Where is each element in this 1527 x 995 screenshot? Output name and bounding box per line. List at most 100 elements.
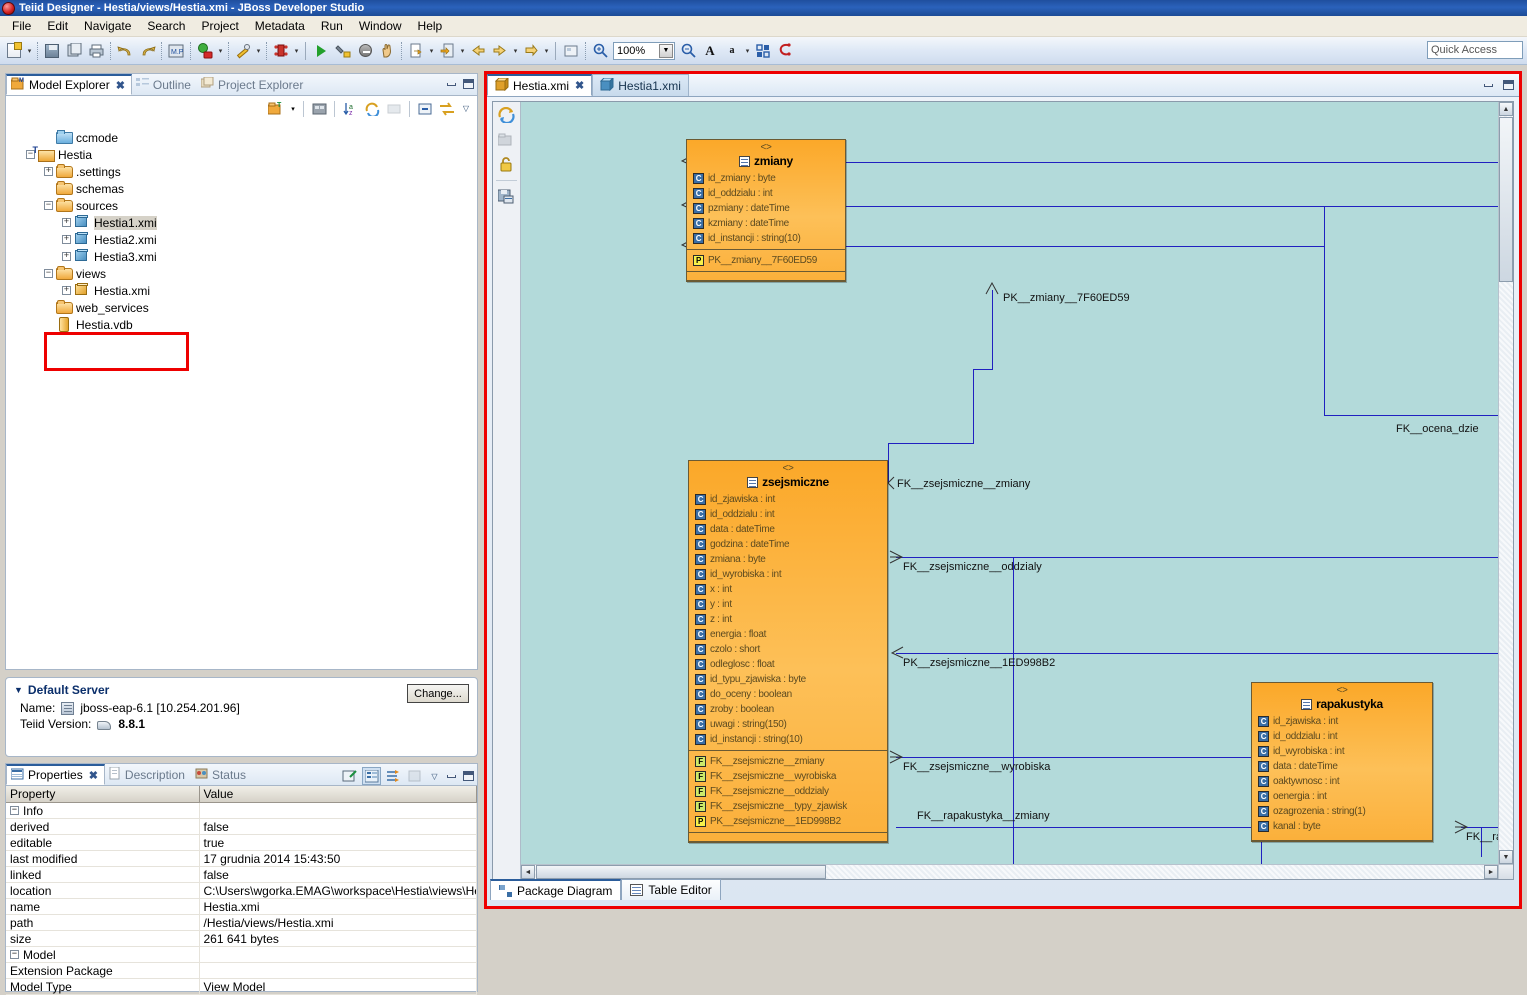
column-header-value[interactable]: Value	[199, 786, 477, 803]
close-icon[interactable]: ✖	[116, 79, 125, 92]
table-column-row[interactable]: Cgodzina : dateTime	[689, 537, 887, 552]
font-larger-icon[interactable]: A	[699, 40, 721, 62]
table-column-row[interactable]: Cid_zjawiska : int	[689, 492, 887, 507]
minimize-icon[interactable]	[444, 769, 458, 783]
close-icon[interactable]: ✖	[89, 769, 98, 782]
table-column-row[interactable]: Czmiana : byte	[689, 552, 887, 567]
pan-icon[interactable]	[376, 40, 398, 62]
diagram-canvas[interactable]: PK__zmiany__7F60ED59 PK__zmiany__7F60ED5…	[521, 102, 1498, 864]
minimize-icon[interactable]	[1481, 78, 1495, 92]
save-diagram-icon[interactable]	[493, 184, 519, 209]
validate-icon[interactable]	[232, 40, 254, 62]
tree-item-sources[interactable]: − sources	[6, 197, 477, 214]
menu-search[interactable]: Search	[139, 17, 193, 35]
table-key-row[interactable]: F FK__zsejsmiczne__zmiany	[689, 754, 887, 769]
table-key-row[interactable]: P PK__zsejsmiczne__1ED998B2	[689, 814, 887, 829]
new-wizard-icon[interactable]	[3, 40, 25, 62]
property-value[interactable]: /Hestia/views/Hestia.xmi	[199, 914, 477, 931]
align-icon[interactable]	[752, 40, 774, 62]
scroll-right-button[interactable]: ►	[1484, 865, 1498, 879]
lock-icon[interactable]	[493, 152, 519, 177]
new-model-dropdown-arrow-icon[interactable]: ▾	[288, 99, 298, 119]
table-column-row[interactable]: Ckzmiany : dateTime	[687, 216, 845, 231]
diagram-table-zsejsmiczne[interactable]: <> zsejsmiczne Cid_zjawiska : int Cid_oddzi…	[688, 460, 888, 843]
new-model-icon[interactable]: T	[266, 99, 286, 119]
sort-az-icon[interactable]: az	[340, 99, 360, 119]
menu-window[interactable]: Window	[351, 17, 410, 35]
scroll-left-button[interactable]: ◄	[521, 865, 535, 879]
model-explorer-tree[interactable]: ccmode − Hestia + .settings schemas − sources + H…	[6, 123, 477, 669]
diagram-table-zmiany[interactable]: <> zmiany Cid_zmiany : byte Cid_oddzialu : …	[686, 139, 846, 282]
menu-metadata[interactable]: Metadata	[247, 17, 313, 35]
refresh-diagram-icon[interactable]	[493, 102, 519, 127]
save-icon[interactable]	[41, 40, 63, 62]
show-package-icon[interactable]	[493, 127, 519, 152]
table-column-row[interactable]: Codleglosc : float	[689, 657, 887, 672]
print-icon[interactable]	[85, 40, 107, 62]
table-key-row[interactable]: F FK__zsejsmiczne__oddzialy	[689, 784, 887, 799]
new-wizard-dropdown-arrow-icon[interactable]: ▾	[25, 40, 34, 62]
menu-project[interactable]: Project	[193, 17, 246, 35]
scroll-up-button[interactable]: ▲	[1499, 102, 1513, 116]
table-column-row[interactable]: Cdata : dateTime	[689, 522, 887, 537]
table-column-row[interactable]: Cozagrozenia : string(1)	[1252, 804, 1432, 819]
tree-item-hestia3-xmi[interactable]: + Hestia3.xmi	[6, 248, 477, 265]
bottom-tab-table-editor[interactable]: Table Editor	[621, 879, 721, 900]
property-row[interactable]: name Hestia.xmi	[6, 898, 477, 915]
table-column-row[interactable]: Ckanal : byte	[1252, 819, 1432, 834]
zoom-in-icon[interactable]	[589, 40, 611, 62]
tab-properties[interactable]: Properties ✖	[6, 764, 105, 785]
menu-file[interactable]: File	[4, 17, 39, 35]
property-row[interactable]: Model Type View Model	[6, 978, 477, 995]
property-value[interactable]	[199, 962, 477, 979]
new-diagram-icon[interactable]	[560, 40, 582, 62]
property-row[interactable]: editable true	[6, 834, 477, 851]
tree-collapser-icon[interactable]: −	[44, 201, 53, 210]
run-icon[interactable]	[310, 40, 332, 62]
table-column-row[interactable]: Cdata : dateTime	[1252, 759, 1432, 774]
property-value[interactable]: 261 641 bytes	[199, 930, 477, 947]
font-smaller-icon[interactable]: a	[721, 40, 743, 62]
property-row[interactable]: path/Hestia/views/Hestia.xmi	[6, 914, 477, 931]
back-icon[interactable]	[467, 40, 489, 62]
table-key-row[interactable]: F FK__zsejsmiczne__typy_zjawisk	[689, 799, 887, 814]
undo-icon[interactable]	[114, 40, 136, 62]
property-row[interactable]: Extension Package	[6, 962, 477, 979]
view-menu-icon[interactable]: ▽	[459, 99, 473, 119]
table-column-row[interactable]: Cx : int	[689, 582, 887, 597]
export-dropdown-arrow-icon[interactable]: ▾	[458, 40, 467, 62]
next-icon[interactable]	[520, 40, 542, 62]
table-column-row[interactable]: Cid_typu_zjawiska : byte	[689, 672, 887, 687]
group-collapser-icon[interactable]: −	[10, 950, 19, 959]
table-column-row[interactable]: Cz : int	[689, 612, 887, 627]
table-column-row[interactable]: Cenergia : float	[689, 627, 887, 642]
property-value[interactable]: 17 grudnia 2014 15:43:50	[199, 850, 477, 867]
property-value[interactable]: C:\Users\wgorka.EMAG\workspace\Hestia\vi…	[199, 882, 477, 899]
editor-tab-hestia-xmi[interactable]: Hestia.xmi ✖	[487, 74, 593, 96]
tree-expander-icon[interactable]: +	[62, 235, 71, 244]
change-server-button[interactable]: Change...	[407, 684, 469, 703]
property-row[interactable]: derived false	[6, 818, 477, 835]
property-row[interactable]: last modified 17 grudnia 2014 15:43:50	[6, 850, 477, 867]
tree-expander-icon[interactable]: +	[44, 167, 53, 176]
build-imports-icon[interactable]	[309, 99, 329, 119]
import-icon[interactable]	[405, 40, 427, 62]
build-icon[interactable]	[332, 40, 354, 62]
table-column-row[interactable]: Cid_instancji : string(10)	[687, 231, 845, 246]
advanced-filter-icon[interactable]	[384, 767, 403, 785]
tree-item-settings[interactable]: + .settings	[6, 163, 477, 180]
execute-vdb-icon[interactable]	[194, 40, 216, 62]
property-group-row[interactable]: − Info	[6, 802, 477, 819]
scroll-down-button[interactable]: ▼	[1499, 850, 1513, 864]
table-column-row[interactable]: Cid_oddzialu : int	[689, 507, 887, 522]
table-column-row[interactable]: Cuwagi : string(150)	[689, 717, 887, 732]
view-menu-icon[interactable]: ▽	[428, 767, 441, 785]
property-row[interactable]: location C:\Users\wgorka.EMAG\workspace\H…	[6, 882, 477, 899]
property-value[interactable]: Hestia.xmi	[199, 898, 477, 915]
forward-icon[interactable]	[489, 40, 511, 62]
tab-model-explorer[interactable]: M Model Explorer ✖	[6, 74, 132, 95]
table-column-row[interactable]: Cid_wyrobiska : int	[1252, 744, 1432, 759]
zoom-out-icon[interactable]	[677, 40, 699, 62]
menu-edit[interactable]: Edit	[39, 17, 76, 35]
tab-description[interactable]: Description	[105, 764, 191, 785]
